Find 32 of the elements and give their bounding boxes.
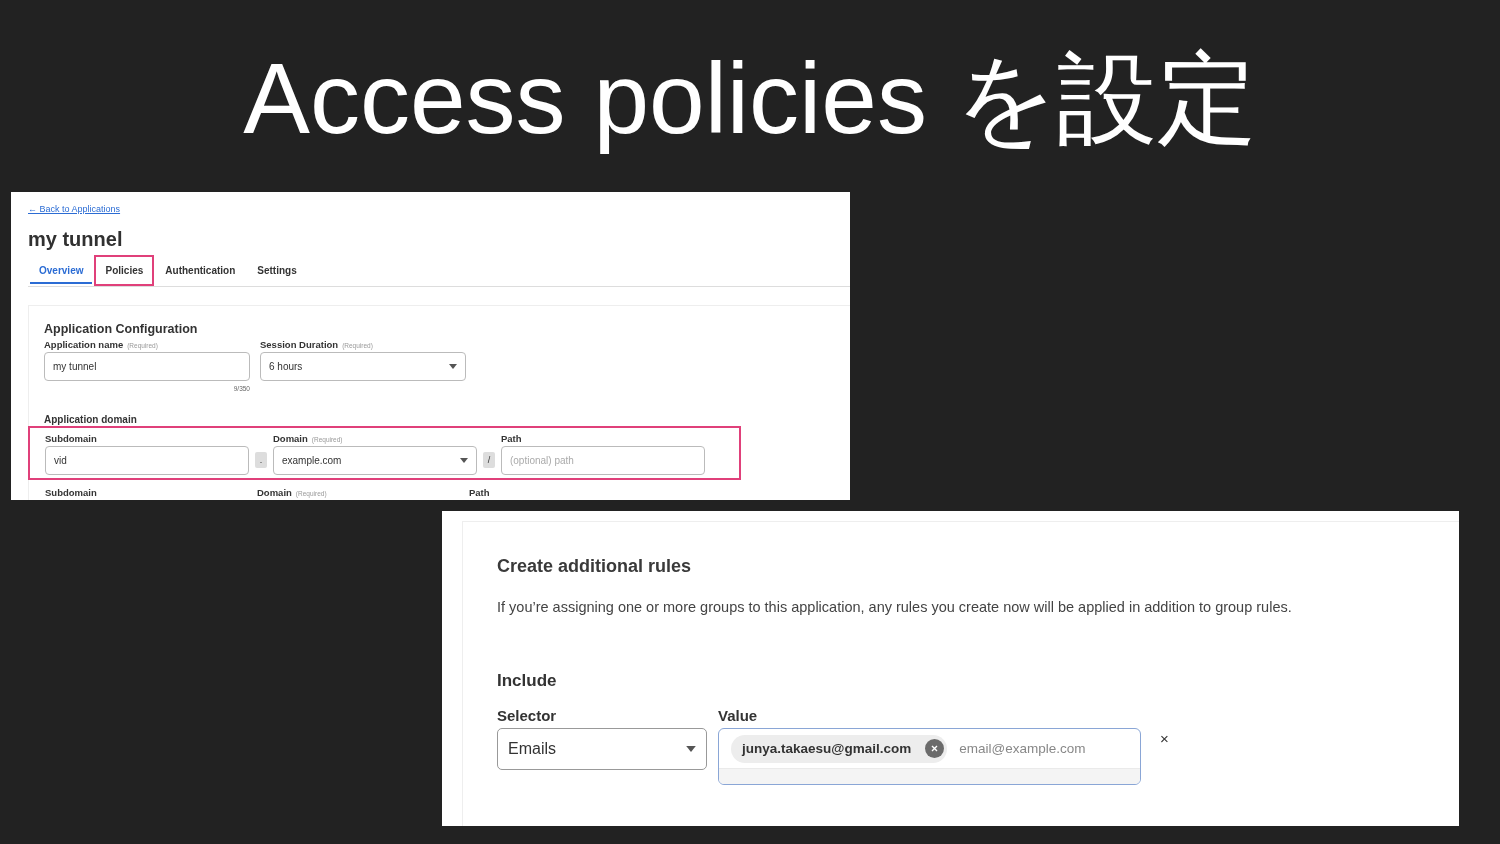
caret-icon [449,364,457,369]
remove-button[interactable]: × [1160,731,1169,746]
field-label: Subdomain [45,487,98,500]
slide-title: Access policies を設定 [243,41,1257,156]
input-field[interactable]: my tunnel [44,352,250,381]
field-label: Path [500,433,523,446]
input-field[interactable]: vid [45,446,250,475]
page-title: my tunnel [28,228,124,251]
email-chip: junya.takaesu@gmail.com [731,734,948,763]
session-select[interactable]: 6 hours [260,352,466,381]
field-label: Value [718,707,759,726]
section-title: Application domain [44,414,138,425]
selector-dropdown[interactable]: Emails [497,728,707,770]
section-title: Application Configuration [44,322,199,336]
field-label: Path [469,487,491,500]
tab[interactable]: Overview [28,255,95,286]
email-field[interactable]: junya.takaesu@gmail.com email@example.com [718,728,1141,785]
caret-icon [686,746,696,752]
back-link[interactable]: ← Back to Applications [28,204,121,214]
section-title: Include [497,671,558,691]
separator: / [483,452,495,468]
tab[interactable]: Authentication [154,255,247,286]
tab[interactable]: Policies [94,255,155,286]
description: If you’re assigning one or more groups to this application, any rules you create now will be applied in addition to group rules. [497,599,1293,615]
section-title: Create additional rules [497,556,693,577]
caret-icon [460,458,469,463]
separator: . [255,452,267,468]
field-label: Selector [497,707,558,726]
tab[interactable]: Settings [246,255,308,286]
field-label: Subdomain [45,433,98,446]
domain-select[interactable]: example.com [272,446,478,475]
remove-icon[interactable] [925,739,945,758]
